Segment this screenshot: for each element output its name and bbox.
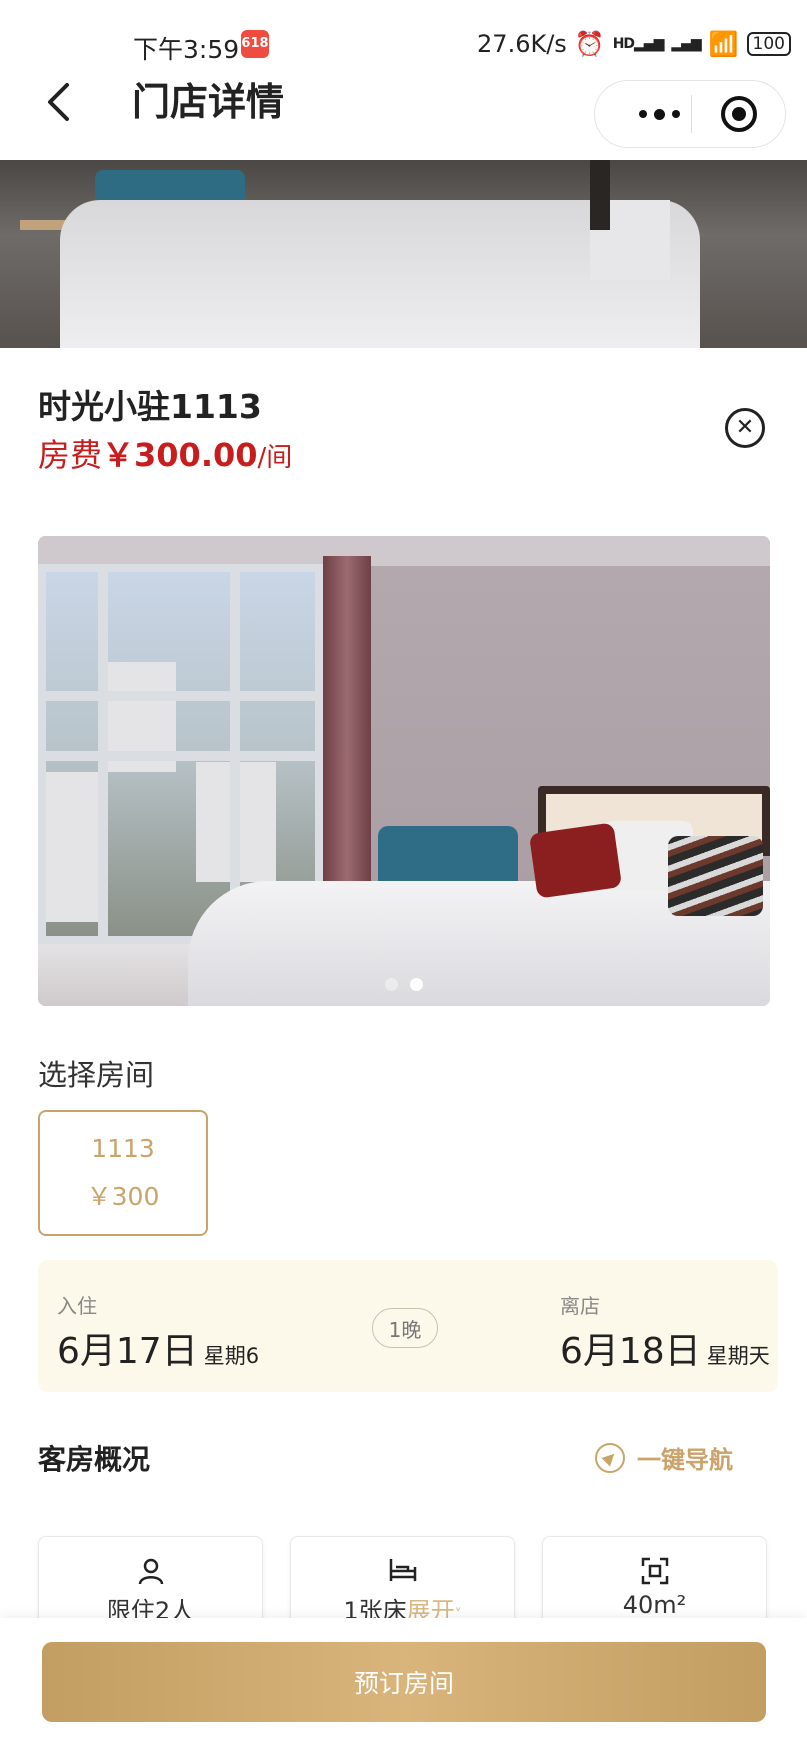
dot-icon [671,110,680,118]
nav-bar: 门店详情 [0,60,807,160]
page-title: 门店详情 [132,80,285,124]
wifi-icon: 📶 [708,30,739,58]
battery-icon: 100 [746,32,791,56]
price-amount: ￥300.00 [102,436,258,474]
area-text: 40m² [622,1591,687,1619]
alarm-icon: ⏰ [574,30,605,58]
room-name: 时光小驻1113 [38,387,262,426]
carousel-indicator [38,978,770,991]
bed-icon [291,1557,514,1583]
mini-program-capsule [594,80,786,148]
close-button[interactable]: ✕ [725,408,765,448]
chevron-left-icon [48,83,69,121]
carousel-dot[interactable] [385,978,398,991]
navigate-button[interactable]: 一键导航 [595,1440,733,1475]
signal-icon-2: ▂▄▆ [671,36,701,52]
person-icon [39,1557,262,1585]
book-room-button[interactable]: 预订房间 [42,1642,766,1722]
area-icon [543,1557,766,1585]
room-option-1113[interactable]: 1113 ￥300 [38,1110,208,1236]
page: 下午3:59 618 27.6K/s ⏰ HD▂▄▆ ▂▄▆ 📶 100 门店详… [0,0,807,1746]
room-option-number: 1113 [91,1133,155,1163]
room-feature-cards: 限住2人 1张床展开˅ 40m² [0,1536,807,1656]
status-bar: 下午3:59 618 27.6K/s ⏰ HD▂▄▆ ▂▄▆ 📶 100 [0,0,807,64]
checkout-label: 离店 [560,1294,600,1318]
select-room-label: 选择房间 [38,1058,155,1092]
more-button[interactable] [619,81,699,147]
bottom-action-bar: 预订房间 [0,1618,807,1746]
checkin-date[interactable]: 6月17日 星期6 [57,1322,259,1374]
net-speed: 27.6K/s [477,30,567,58]
checkin-label: 入住 [57,1294,97,1318]
back-button[interactable] [38,72,78,132]
signal-icon: HD▂▄▆ [612,36,665,52]
price-label: 房费 [38,436,103,474]
navigation-icon [595,1442,625,1473]
hotel-banner-image [0,160,807,348]
room-option-price: ￥300 [86,1181,160,1211]
navigate-label: 一键导航 [637,1446,733,1474]
close-icon: ✕ [735,415,755,440]
room-overview-title: 客房概况 [38,1443,151,1476]
carousel-dot-active[interactable] [410,978,423,991]
room-photo-carousel[interactable] [38,536,770,1006]
checkout-date[interactable]: 6月18日 星期天 [560,1322,770,1374]
app-logo-icon: 618 [241,30,269,58]
capsule-divider [691,95,692,133]
room-price: 房费￥300.00/间 [38,430,292,476]
dot-icon [638,110,647,118]
stay-dates-panel[interactable]: 入住 6月17日 星期6 1晚 离店 6月18日 星期天 [38,1260,778,1392]
nights-badge: 1晚 [372,1308,438,1348]
price-unit: /间 [257,443,293,473]
status-indicators: 27.6K/s ⏰ HD▂▄▆ ▂▄▆ 📶 100 [477,30,791,58]
dot-icon [653,108,665,120]
close-mini-program-button[interactable] [721,96,757,132]
